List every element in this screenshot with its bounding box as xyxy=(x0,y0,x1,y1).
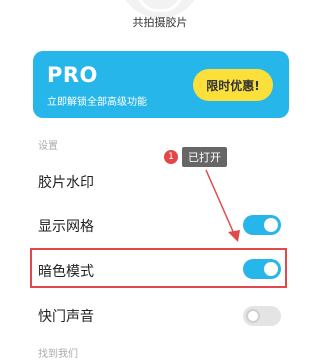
annotation-arrow-icon xyxy=(205,169,240,242)
